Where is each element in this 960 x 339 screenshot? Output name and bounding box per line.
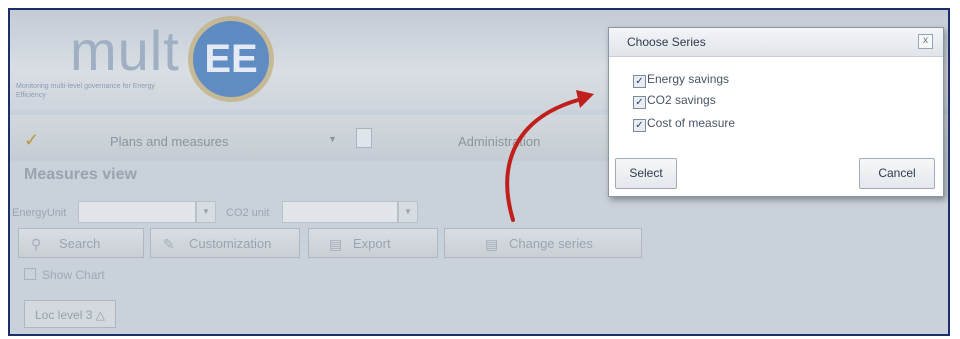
screenshot-frame: mult EE Monitoring multi-level governanc…: [8, 8, 950, 336]
arrow-annotation: [505, 90, 594, 222]
